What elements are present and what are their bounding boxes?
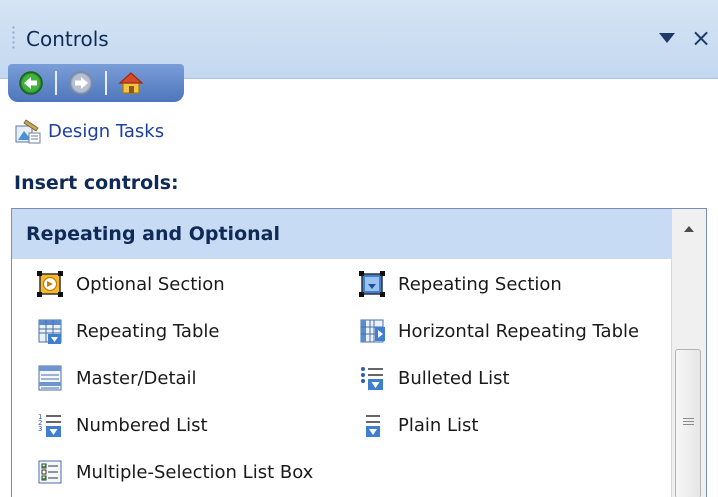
control-label: Horizontal Repeating Table bbox=[398, 320, 640, 342]
control-multiple-selection-list-box[interactable]: Multiple-Selection List Box bbox=[36, 452, 313, 492]
control-numbered-list[interactable]: 1 2 3 Numbered List bbox=[36, 405, 208, 445]
pane-menu-button[interactable] bbox=[656, 27, 678, 49]
forward-button[interactable] bbox=[66, 69, 96, 97]
nav-separator bbox=[105, 71, 107, 95]
controls-list-box: Repeating and Optional Optional Section … bbox=[11, 208, 707, 497]
horizontal-repeating-table-icon bbox=[360, 319, 385, 343]
control-master-detail[interactable]: Master/Detail bbox=[36, 358, 197, 398]
triangle-down-icon bbox=[659, 33, 675, 43]
navigation-bar bbox=[8, 64, 184, 102]
drag-grip-icon[interactable] bbox=[12, 25, 15, 49]
repeating-section-icon bbox=[359, 271, 385, 297]
bulleted-list-icon bbox=[361, 367, 383, 390]
plain-list-icon bbox=[366, 415, 380, 437]
control-label: Numbered List bbox=[76, 414, 208, 436]
control-plain-list[interactable]: Plain List bbox=[358, 405, 478, 445]
forward-arrow-icon bbox=[69, 71, 93, 95]
master-detail-icon bbox=[38, 365, 62, 391]
back-button[interactable] bbox=[16, 69, 46, 97]
design-tasks-label: Design Tasks bbox=[48, 120, 165, 142]
control-label: Master/Detail bbox=[76, 367, 197, 389]
home-button[interactable] bbox=[116, 69, 146, 97]
repeating-table-icon bbox=[38, 319, 62, 344]
close-button[interactable]: × bbox=[688, 23, 714, 53]
back-arrow-icon bbox=[19, 71, 43, 95]
design-tasks-icon bbox=[15, 119, 41, 144]
multiple-selection-list-box-icon bbox=[38, 460, 62, 484]
scroll-up-button[interactable] bbox=[672, 209, 706, 249]
control-horizontal-repeating-table[interactable]: Horizontal Repeating Table bbox=[358, 311, 639, 351]
control-label: Multiple-Selection List Box bbox=[76, 461, 314, 483]
optional-section-icon bbox=[37, 271, 63, 297]
thumb-grip-icon bbox=[683, 418, 694, 427]
control-label: Repeating Table bbox=[76, 320, 220, 342]
design-tasks-link[interactable]: Design Tasks bbox=[14, 116, 164, 146]
control-bulleted-list[interactable]: Bulleted List bbox=[358, 358, 510, 398]
insert-controls-heading: Insert controls: bbox=[14, 172, 179, 194]
scroll-up-arrow-icon bbox=[684, 226, 694, 232]
numbered-list-icon: 1 2 3 bbox=[38, 413, 61, 437]
control-label: Optional Section bbox=[76, 273, 225, 295]
category-header[interactable]: Repeating and Optional bbox=[12, 209, 673, 259]
home-icon bbox=[118, 72, 144, 94]
vertical-scrollbar[interactable] bbox=[671, 209, 706, 497]
svg-text:3: 3 bbox=[38, 425, 42, 433]
pane-title: Controls bbox=[26, 27, 109, 51]
scroll-thumb[interactable] bbox=[675, 349, 701, 497]
nav-separator bbox=[55, 71, 57, 95]
control-repeating-table[interactable]: Repeating Table bbox=[36, 311, 219, 351]
control-optional-section[interactable]: Optional Section bbox=[36, 264, 225, 304]
control-label: Repeating Section bbox=[398, 273, 562, 295]
control-label: Bulleted List bbox=[398, 367, 510, 389]
control-repeating-section[interactable]: Repeating Section bbox=[358, 264, 562, 304]
control-label: Plain List bbox=[398, 414, 479, 436]
